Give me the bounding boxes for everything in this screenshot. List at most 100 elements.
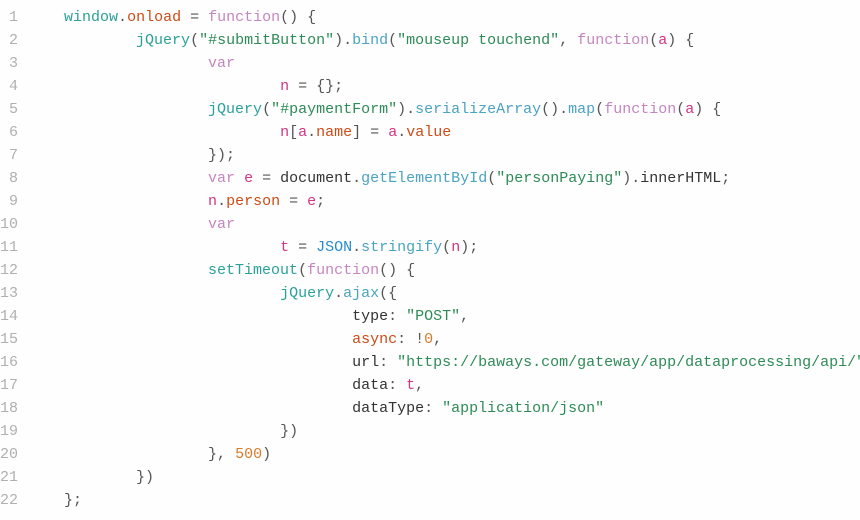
token-punct: ; <box>721 170 730 187</box>
token-str: "#paymentForm" <box>271 101 397 118</box>
line-number: 19 <box>0 420 18 443</box>
code-line[interactable]: data: t, <box>28 374 860 397</box>
line-number: 20 <box>0 443 18 466</box>
token-punct: , <box>559 32 577 49</box>
code-line[interactable]: url: "https://baways.com/gateway/app/dat… <box>28 351 860 374</box>
token-punct: , <box>460 308 469 325</box>
token-obj: type <box>352 308 388 325</box>
token-prop: onload <box>127 9 181 26</box>
token-punct: : <box>388 377 406 394</box>
token-kw: function <box>208 9 280 26</box>
code-line[interactable]: n[a.name] = a.value <box>28 121 860 144</box>
token-punct: , <box>415 377 424 394</box>
token-punct: ; <box>316 193 325 210</box>
token-punct: ). <box>622 170 640 187</box>
token-kw: function <box>307 262 379 279</box>
code-line[interactable]: jQuery("#paymentForm").serializeArray().… <box>28 98 860 121</box>
line-number: 5 <box>0 98 18 121</box>
token-punct: . <box>352 239 361 256</box>
token-red: e <box>244 170 253 187</box>
code-line[interactable]: async: !0, <box>28 328 860 351</box>
code-line[interactable]: n = {}; <box>28 75 860 98</box>
token-prop: person <box>226 193 280 210</box>
token-punct: }; <box>64 492 82 509</box>
token-obj <box>289 78 298 95</box>
line-number: 22 <box>0 489 18 512</box>
token-obj <box>298 193 307 210</box>
token-punct: {}; <box>316 78 343 95</box>
code-line[interactable]: }) <box>28 466 860 489</box>
token-ident: setTimeout <box>208 262 298 279</box>
token-red: t <box>280 239 289 256</box>
token-kw: var <box>208 216 235 233</box>
token-ident: jQuery <box>136 32 190 49</box>
line-number-gutter: 12345678910111213141516171819202122 <box>0 6 28 512</box>
code-line[interactable]: }); <box>28 144 860 167</box>
token-obj: innerHTML <box>640 170 721 187</box>
token-kw: var <box>208 170 235 187</box>
token-punct: ) { <box>667 32 694 49</box>
code-line[interactable]: }; <box>28 489 860 512</box>
line-number: 16 <box>0 351 18 374</box>
token-call: getElementById <box>361 170 487 187</box>
token-prop: value <box>406 124 451 141</box>
token-punct: , <box>433 331 442 348</box>
token-punct: ) { <box>694 101 721 118</box>
token-punct: : <box>397 331 415 348</box>
token-punct: ); <box>460 239 478 256</box>
token-obj <box>361 124 370 141</box>
token-red: a <box>388 124 397 141</box>
token-obj <box>307 78 316 95</box>
token-red: n <box>280 78 289 95</box>
token-red: e <box>307 193 316 210</box>
token-punct: . <box>397 124 406 141</box>
line-number: 2 <box>0 29 18 52</box>
token-obj <box>271 170 280 187</box>
token-punct: }) <box>136 469 154 486</box>
token-punct: ( <box>442 239 451 256</box>
token-punct: = <box>298 239 307 256</box>
code-line[interactable]: t = JSON.stringify(n); <box>28 236 860 259</box>
token-red: a <box>658 32 667 49</box>
code-line[interactable]: var <box>28 52 860 75</box>
token-punct: . <box>352 170 361 187</box>
token-obj <box>253 170 262 187</box>
token-red: a <box>298 124 307 141</box>
line-number: 15 <box>0 328 18 351</box>
token-punct: ( <box>676 101 685 118</box>
code-line[interactable]: n.person = e; <box>28 190 860 213</box>
code-line[interactable]: }, 500) <box>28 443 860 466</box>
code-line[interactable]: setTimeout(function() { <box>28 259 860 282</box>
token-str: "POST" <box>406 308 460 325</box>
code-line[interactable]: var <box>28 213 860 236</box>
token-red: n <box>451 239 460 256</box>
token-str: "personPaying" <box>496 170 622 187</box>
token-punct: : <box>388 308 406 325</box>
token-obj <box>280 193 289 210</box>
line-number: 11 <box>0 236 18 259</box>
line-number: 1 <box>0 6 18 29</box>
code-line[interactable]: type: "POST", <box>28 305 860 328</box>
line-number: 18 <box>0 397 18 420</box>
code-editor: 12345678910111213141516171819202122 wind… <box>0 6 860 512</box>
token-punct: ( <box>595 101 604 118</box>
code-line[interactable]: dataType: "application/json" <box>28 397 860 420</box>
token-punct: . <box>217 193 226 210</box>
line-number: 21 <box>0 466 18 489</box>
code-line[interactable]: jQuery("#submitButton").bind("mouseup to… <box>28 29 860 52</box>
code-line[interactable]: var e = document.getElementById("personP… <box>28 167 860 190</box>
code-line[interactable]: }) <box>28 420 860 443</box>
token-punct: ( <box>388 32 397 49</box>
code-line[interactable]: jQuery.ajax({ <box>28 282 860 305</box>
line-number: 3 <box>0 52 18 75</box>
token-punct: ) <box>262 446 271 463</box>
code-line[interactable]: window.onload = function() { <box>28 6 860 29</box>
token-punct: ( <box>298 262 307 279</box>
token-punct: = <box>262 170 271 187</box>
token-obj <box>235 170 244 187</box>
token-obj: document <box>280 170 352 187</box>
token-str: "mouseup touchend" <box>397 32 559 49</box>
token-punct: : <box>379 354 397 371</box>
token-ident: jQuery <box>280 285 334 302</box>
code-area[interactable]: window.onload = function() { jQuery("#su… <box>28 6 860 512</box>
